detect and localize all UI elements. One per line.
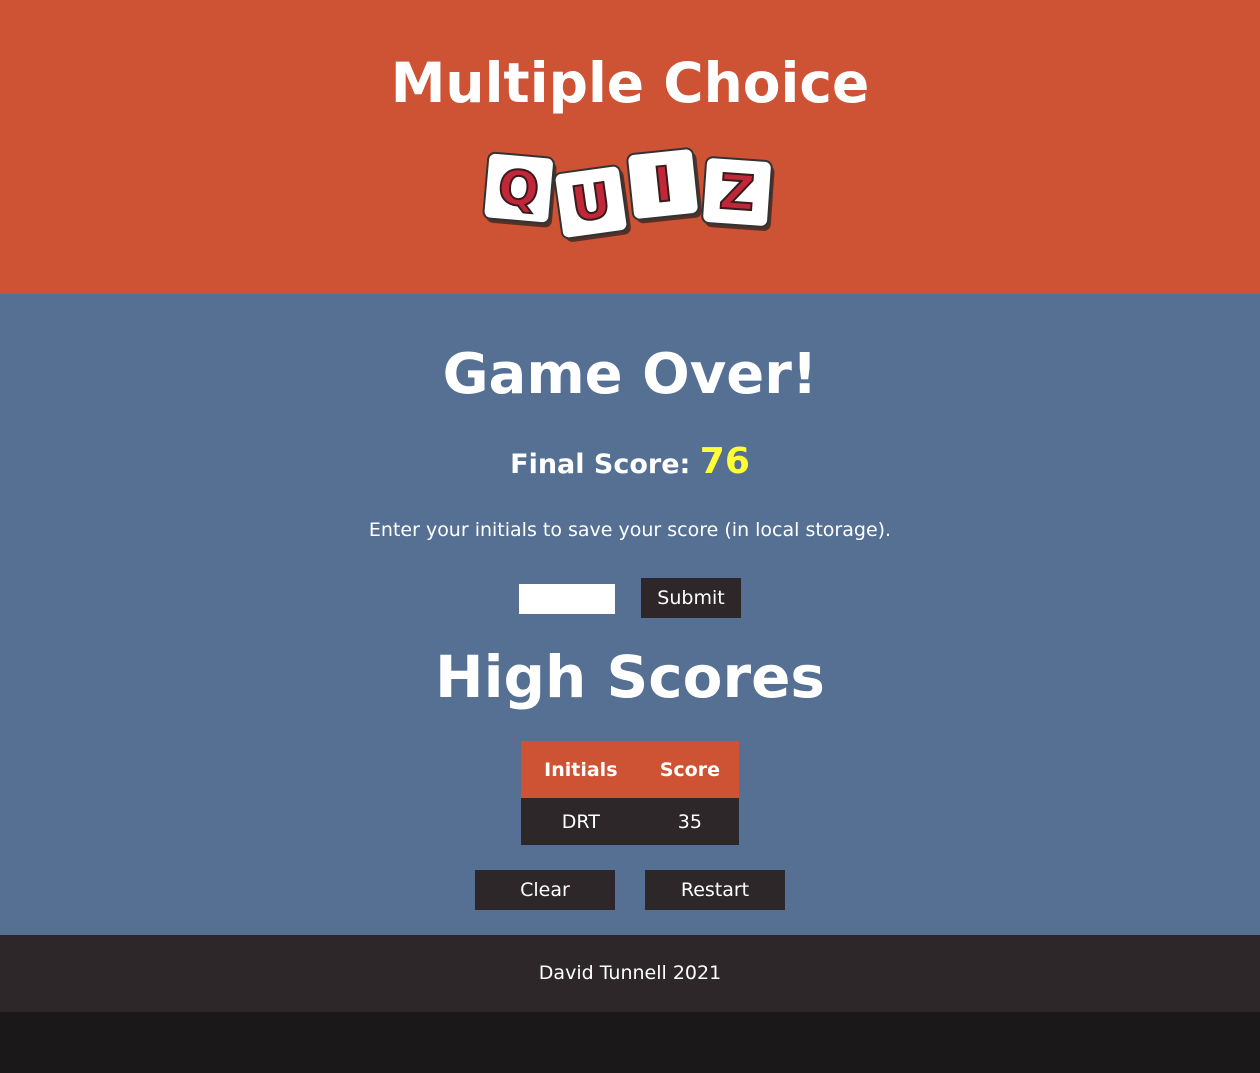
main-content: Game Over! Final Score: 76 Enter your in… — [0, 294, 1260, 935]
column-header-initials: Initials — [521, 741, 641, 798]
table-row: DRT 35 — [521, 798, 739, 845]
row-score: 35 — [640, 798, 739, 845]
restart-button[interactable]: Restart — [645, 870, 785, 910]
high-scores-table: Initials Score DRT 35 — [521, 741, 739, 845]
logo-letter-q: Q — [496, 159, 542, 218]
high-scores-title: High Scores — [435, 643, 825, 711]
footer-credit: David Tunnell 2021 — [538, 962, 722, 984]
logo-tile-q: Q — [482, 151, 557, 228]
site-title: Multiple Choice — [390, 51, 870, 115]
save-score-instructions: Enter your initials to save your score (… — [368, 519, 892, 541]
table-header-row: Initials Score — [521, 741, 739, 798]
final-score-value: 76 — [699, 441, 750, 482]
game-over-title: Game Over! — [442, 342, 818, 407]
column-header-score: Score — [640, 741, 739, 798]
site-header: Multiple Choice Q U I Z — [0, 0, 1260, 294]
initials-input[interactable] — [519, 584, 615, 614]
row-initials: DRT — [521, 798, 641, 845]
logo-letter-u: U — [568, 173, 614, 234]
logo-tile-i: I — [626, 147, 702, 224]
logo-tile-u: U — [553, 164, 631, 242]
quiz-logo: Q U I Z — [482, 147, 775, 242]
logo-tile-z: Z — [701, 156, 775, 231]
submit-button[interactable]: Submit — [641, 578, 741, 618]
final-score: Final Score: 76 — [0, 442, 1260, 485]
logo-letter-z: Z — [718, 164, 757, 222]
clear-button[interactable]: Clear — [475, 870, 615, 910]
final-score-label: Final Score: — [510, 449, 691, 480]
site-footer: David Tunnell 2021 — [0, 935, 1260, 1012]
